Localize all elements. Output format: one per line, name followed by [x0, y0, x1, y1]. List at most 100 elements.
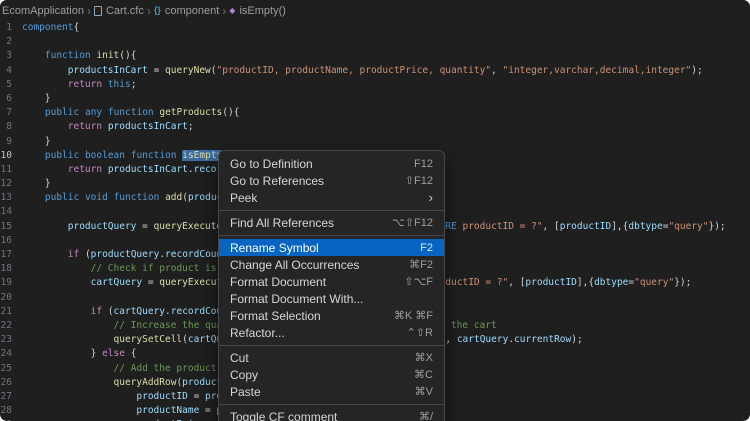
- menu-separator: [219, 345, 444, 346]
- chevron-right-icon: ›: [222, 5, 226, 17]
- submenu-chevron-icon: ›: [429, 191, 433, 204]
- line-number: 12: [0, 177, 22, 191]
- code-line[interactable]: 1component{: [0, 21, 750, 35]
- code-line[interactable]: 3 function init(){: [0, 49, 750, 63]
- menu-item-shortcut: ⌘X: [415, 351, 433, 364]
- menu-item-format-selection[interactable]: Format Selection ⌘K ⌘F: [219, 307, 444, 324]
- menu-item-format-document-with[interactable]: Format Document With...: [219, 290, 444, 307]
- menu-item-label: Format Document: [230, 275, 326, 289]
- context-menu: Go to DefinitionF12Go to References⇧F12P…: [218, 150, 445, 421]
- breadcrumb-label: EcomApplication: [2, 5, 84, 17]
- line-number: 10: [0, 149, 22, 163]
- code-line[interactable]: 5 return this;: [0, 78, 750, 92]
- menu-item-shortcut: F12: [414, 158, 433, 170]
- code-text: return this;: [22, 78, 136, 92]
- line-number: 17: [0, 248, 22, 262]
- class-icon: {}: [154, 6, 161, 15]
- line-number: 15: [0, 220, 22, 234]
- breadcrumb-item-ecomapplication[interactable]: EcomApplication: [2, 5, 84, 17]
- line-number: 8: [0, 120, 22, 134]
- code-text: } else {: [22, 347, 136, 361]
- breadcrumb-item-cart-cfc[interactable]: Cart.cfc: [94, 5, 144, 17]
- line-number: 4: [0, 64, 22, 78]
- menu-item-label: Rename Symbol: [230, 241, 319, 255]
- line-number: 13: [0, 191, 22, 205]
- menu-item-label: Go to References: [230, 174, 324, 188]
- code-text: public any function getProducts(){: [22, 106, 239, 120]
- line-number: 24: [0, 347, 22, 361]
- code-text: }: [22, 135, 51, 149]
- menu-item-copy[interactable]: Copy ⌘C: [219, 366, 444, 383]
- menu-item-paste[interactable]: Paste ⌘V: [219, 383, 444, 400]
- selected-symbol[interactable]: isEmpty: [182, 150, 222, 161]
- menu-item-shortcut: F2: [420, 242, 433, 254]
- code-text: component{: [22, 21, 79, 35]
- code-line[interactable]: 2: [0, 35, 750, 49]
- menu-item-go-to-definition[interactable]: Go to Definition F12: [219, 155, 444, 172]
- line-number: 28: [0, 404, 22, 418]
- code-text: function init(){: [22, 49, 136, 63]
- line-number: 26: [0, 376, 22, 390]
- method-icon: ◆: [229, 7, 235, 15]
- file-icon: [94, 6, 102, 16]
- menu-item-label: Cut: [230, 351, 249, 365]
- menu-separator: [219, 210, 444, 211]
- code-editor-window: EcomApplication›Cart.cfc›{}component›◆is…: [0, 0, 750, 421]
- breadcrumb-label: isEmpty(): [239, 5, 285, 17]
- menu-item-cut[interactable]: Cut ⌘X: [219, 349, 444, 366]
- menu-item-rename-symbol[interactable]: Rename Symbol F2: [219, 239, 444, 256]
- code-text: return productsInCart;: [22, 120, 194, 134]
- code-line[interactable]: 7 public any function getProducts(){: [0, 106, 750, 120]
- line-number: 14: [0, 205, 22, 219]
- menu-item-shortcut: ⌘/: [419, 410, 433, 421]
- line-number: 6: [0, 92, 22, 106]
- breadcrumb-label: Cart.cfc: [106, 5, 144, 17]
- breadcrumb-item-component[interactable]: {}component: [154, 5, 219, 17]
- menu-item-label: Find All References: [230, 216, 334, 230]
- menu-separator: [219, 404, 444, 405]
- menu-item-shortcut: ⌘K ⌘F: [394, 309, 433, 322]
- menu-item-label: Refactor...: [230, 326, 285, 340]
- menu-item-label: Copy: [230, 368, 258, 382]
- code-line[interactable]: 8 return productsInCart;: [0, 120, 750, 134]
- menu-item-shortcut: ⌃⇧R: [407, 326, 433, 339]
- line-number: 11: [0, 163, 22, 177]
- code-text: }: [22, 177, 51, 191]
- menu-separator: [219, 235, 444, 236]
- menu-item-label: Paste: [230, 385, 261, 399]
- menu-item-label: Format Document With...: [230, 292, 363, 306]
- breadcrumb: EcomApplication›Cart.cfc›{}component›◆is…: [0, 0, 750, 19]
- line-number: 16: [0, 234, 22, 248]
- line-number: 27: [0, 390, 22, 404]
- menu-item-label: Peek: [230, 191, 257, 205]
- line-number: 5: [0, 78, 22, 92]
- menu-item-refactor[interactable]: Refactor... ⌃⇧R: [219, 324, 444, 341]
- code-line[interactable]: 6 }: [0, 92, 750, 106]
- menu-item-format-document[interactable]: Format Document⇧⌥F: [219, 273, 444, 290]
- line-number: 1: [0, 21, 22, 35]
- menu-item-label: Go to Definition: [230, 157, 313, 171]
- code-line[interactable]: 4 productsInCart = queryNew("productID, …: [0, 64, 750, 78]
- menu-item-go-to-references[interactable]: Go to References⇧F12: [219, 172, 444, 189]
- menu-item-find-all-references[interactable]: Find All References⌥⇧F12: [219, 214, 444, 231]
- menu-item-shortcut: ⌘F2: [409, 258, 433, 271]
- line-number: 2: [0, 35, 22, 49]
- menu-item-toggle-cf-comment[interactable]: Toggle CF comment⌘/: [219, 408, 444, 421]
- line-number: 22: [0, 319, 22, 333]
- menu-item-label: Format Selection: [230, 309, 321, 323]
- chevron-right-icon: ›: [147, 5, 151, 17]
- code-text: productsInCart = queryNew("productID, pr…: [22, 64, 703, 78]
- menu-item-shortcut: ⌘V: [415, 385, 433, 398]
- menu-item-label: Change All Occurrences: [230, 258, 359, 272]
- line-number: 25: [0, 362, 22, 376]
- code-line[interactable]: 9 }: [0, 135, 750, 149]
- breadcrumb-item-isempty[interactable]: ◆ isEmpty(): [229, 5, 286, 17]
- line-number: 21: [0, 305, 22, 319]
- menu-item-change-all-occurrences[interactable]: Change All Occurrences ⌘F2: [219, 256, 444, 273]
- code-text: public boolean function isEmpty(){: [22, 149, 239, 163]
- chevron-right-icon: ›: [87, 5, 91, 17]
- line-number: 18: [0, 262, 22, 276]
- menu-item-shortcut: ⌘C: [414, 368, 433, 381]
- menu-item-peek[interactable]: Peek ›: [219, 189, 444, 206]
- code-text: }: [22, 92, 51, 106]
